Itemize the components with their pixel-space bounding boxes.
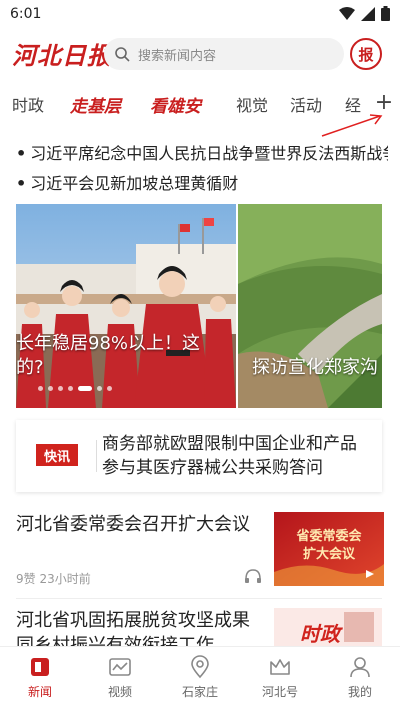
headline-item[interactable]: • 习近平会见新加坡总理黄循财: [16, 170, 388, 194]
carousel-dot: [107, 386, 112, 391]
location-icon: [191, 655, 209, 679]
search-input[interactable]: 搜索新闻内容: [104, 38, 344, 70]
nav-item-shijiazhuang[interactable]: 石家庄: [170, 655, 230, 700]
headline-item[interactable]: • 习近平席纪念中国人民抗日战争暨世界反法西斯战争: [16, 140, 388, 164]
carousel-slide[interactable]: 长年稳居98%以上！这 的?: [16, 204, 236, 408]
nav-item-video[interactable]: 视频: [90, 655, 150, 700]
flash-news-text: 商务部就欧盟限制中国企业和产品参与其医疗器械公共采购答问: [102, 434, 357, 478]
search-placeholder: 搜索新闻内容: [138, 48, 217, 64]
article-title: 河北省委常委会召开扩大会议: [16, 514, 250, 535]
flash-news-card[interactable]: 快讯 商务部就欧盟限制中国企业和产品参与其医疗器械公共采购答问: [16, 420, 382, 492]
thumbnail-caption: 时政: [300, 622, 340, 646]
article-thumbnail: 时政: [274, 608, 382, 648]
article-item[interactable]: 河北省巩固拓展脱贫攻坚成果同乡村振兴有效衔接工作 时政: [16, 608, 382, 648]
carousel-indicator: [38, 386, 112, 391]
carousel-dot: [58, 386, 63, 391]
thumbnail-caption: 省委常委会 扩大会议: [296, 529, 362, 562]
bullet-icon: •: [16, 144, 27, 163]
slide-caption: 探访宣化郑家沟: [252, 357, 378, 378]
nav-label: 石家庄: [181, 685, 218, 699]
carousel-dot: [48, 386, 53, 391]
news-icon: [31, 658, 49, 676]
nav-item-news[interactable]: 新闻: [10, 655, 70, 700]
newspaper-button[interactable]: 报: [350, 38, 382, 70]
tab-zoujiceng[interactable]: 走基层: [70, 92, 121, 117]
app-logo: 河北日报: [12, 41, 112, 70]
nav-label: 视频: [107, 685, 132, 699]
carousel-dot: [97, 386, 102, 391]
flash-news-badge: 快讯: [36, 444, 78, 466]
status-icons: [339, 6, 390, 21]
app-screen: 6:01 河北日报 搜索新闻内容 报 时政 走基层 看雄安 视觉 活动 经 + …: [0, 0, 400, 710]
carousel-dot: [68, 386, 73, 391]
carousel-dot: [38, 386, 43, 391]
app-header: 河北日报 搜索新闻内容 报: [0, 32, 400, 76]
tab-kanxiongan[interactable]: 看雄安: [150, 92, 201, 117]
divider: [16, 598, 382, 599]
article-meta: 9赞 23小时前: [16, 572, 91, 586]
battery-icon: [381, 6, 390, 21]
tab-huodong[interactable]: 活动: [290, 92, 322, 116]
status-bar: 6:01: [0, 0, 400, 28]
profile-icon: [350, 657, 370, 678]
signal-icon: [361, 6, 375, 21]
nav-label: 新闻: [27, 685, 52, 699]
bullet-icon: •: [16, 174, 27, 193]
search-icon: [115, 47, 130, 62]
bottom-navigation: 新闻 视频 石家庄 河北号 我的: [0, 646, 400, 710]
nav-label: 河北号: [261, 685, 298, 699]
nav-item-hebeihao[interactable]: 河北号: [250, 655, 310, 700]
carousel-dot-active: [78, 386, 92, 391]
annotation-arrow-icon: [321, 114, 383, 137]
nav-label: 我的: [347, 685, 372, 699]
nav-item-profile[interactable]: 我的: [330, 655, 390, 700]
article-item[interactable]: 河北省委常委会召开扩大会议 9赞 23小时前 省委常委会 扩大会议: [16, 512, 384, 592]
carousel-slide[interactable]: 探访宣化郑家沟: [238, 204, 382, 408]
article-title: 河北省巩固拓展脱贫攻坚成果同乡村振兴有效衔接工作: [16, 610, 250, 648]
tab-shizheng[interactable]: 时政: [12, 92, 44, 116]
divider: [96, 440, 97, 472]
article-thumbnail: 省委常委会 扩大会议: [274, 512, 384, 586]
tab-shijue[interactable]: 视觉: [236, 92, 268, 116]
wifi-icon: [339, 6, 355, 20]
headphones-icon[interactable]: [244, 568, 262, 584]
status-time: 6:01: [10, 6, 42, 22]
crown-icon: [270, 659, 290, 675]
slide-caption: 长年稳居98%以上！这 的?: [16, 333, 201, 378]
video-icon: [109, 658, 131, 676]
image-carousel[interactable]: 长年稳居98%以上！这 的? 探访宣化郑家沟: [16, 204, 382, 408]
